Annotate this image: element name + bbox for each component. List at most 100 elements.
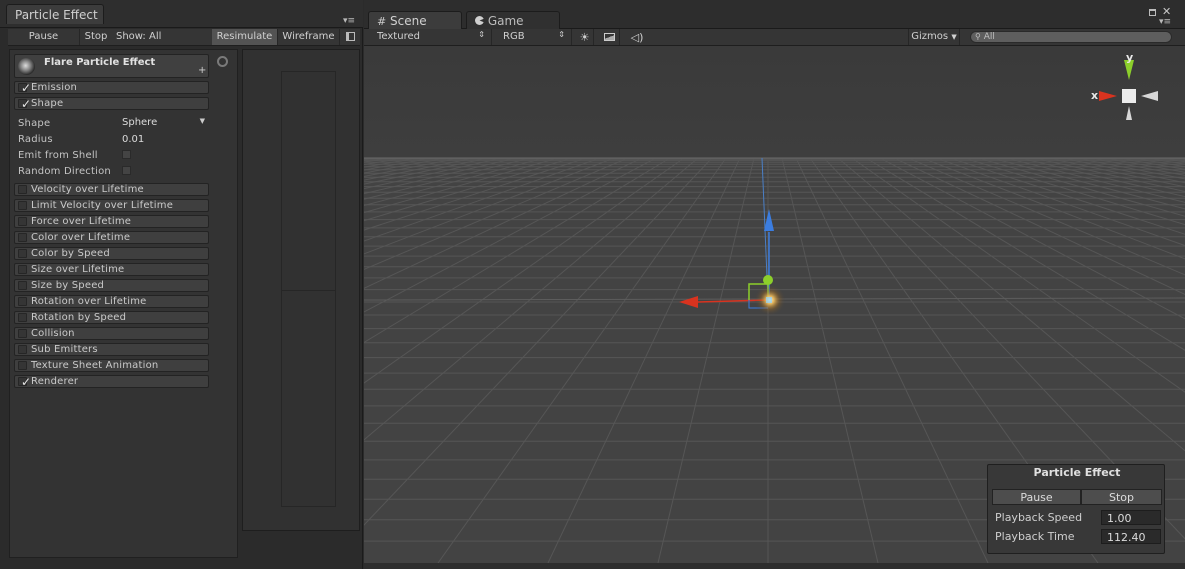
playback-speed-label: Playback Speed	[995, 511, 1083, 524]
module-limit-velocity-over-lifetime[interactable]: Limit Velocity over Lifetime	[14, 199, 209, 212]
particle-system-icon	[18, 58, 35, 75]
stop-button[interactable]: Stop	[80, 29, 112, 45]
tab-game[interactable]: Game	[466, 11, 560, 29]
panel-layout-icon[interactable]	[340, 29, 360, 45]
module-color-over-lifetime[interactable]: Color over Lifetime	[14, 231, 209, 244]
panel-menu-icon[interactable]: ▾≡	[343, 16, 359, 26]
random-direction-checkbox[interactable]	[122, 166, 131, 175]
updown-arrow-icon: ⇕	[558, 30, 565, 39]
show-all-dropdown[interactable]: Show: All	[112, 29, 174, 45]
module-label: Color over Lifetime	[31, 232, 131, 243]
module-checkbox[interactable]	[18, 201, 27, 210]
playback-time-field[interactable]: 112.40	[1101, 529, 1161, 544]
panel-menu-icon[interactable]: ▾≡	[1159, 17, 1171, 27]
image-effects-icon[interactable]	[600, 29, 620, 45]
tab-particle-effect[interactable]: Particle Effect	[6, 4, 104, 24]
module-rotation-over-lifetime[interactable]: Rotation over Lifetime	[14, 295, 209, 308]
check-icon: ✓	[21, 81, 32, 95]
render-mode-dropdown[interactable]: Textured ⇕	[368, 29, 492, 45]
module-rotation-by-speed[interactable]: Rotation by Speed	[14, 311, 209, 324]
particle-effect-panel: Particle Effect ▾≡ Pause Stop Show: All …	[0, 0, 363, 569]
playback-speed-field[interactable]: 1.00	[1101, 510, 1161, 525]
tab-particle-effect-label: Particle Effect	[15, 8, 98, 22]
module-size-over-lifetime[interactable]: Size over Lifetime	[14, 263, 209, 276]
module-checkbox[interactable]	[18, 345, 27, 354]
lighting-sun-icon[interactable]: ☀	[576, 29, 594, 45]
tab-scene[interactable]: # Scene	[368, 11, 462, 29]
module-velocity-over-lifetime[interactable]: Velocity over Lifetime	[14, 183, 209, 196]
radius-field[interactable]: 0.01	[122, 134, 144, 145]
effect-header[interactable]: Flare Particle Effect +	[14, 54, 209, 78]
maximize-icon[interactable]	[1149, 9, 1156, 16]
orientation-gizmo[interactable]	[1089, 54, 1169, 128]
module-checkbox[interactable]	[18, 361, 27, 370]
search-placeholder: All	[983, 32, 995, 42]
module-size-by-speed[interactable]: Size by Speed	[14, 279, 209, 292]
module-texture-sheet-animation[interactable]: Texture Sheet Animation	[14, 359, 209, 372]
shape-dropdown-value: Sphere	[122, 117, 158, 128]
module-label: Rotation by Speed	[31, 312, 127, 323]
overlay-stop-button[interactable]: Stop	[1081, 489, 1162, 505]
gizmos-dropdown[interactable]: Gizmos ▼	[908, 29, 960, 45]
module-checkbox[interactable]	[18, 185, 27, 194]
module-checkbox[interactable]	[18, 297, 27, 306]
settings-gear-icon[interactable]	[217, 56, 228, 67]
module-checkbox[interactable]	[18, 233, 27, 242]
scene-panel: # Scene Game ✕ ▾≡ Textured ⇕ RGB ⇕ ☀ ◁) …	[364, 0, 1185, 569]
curve-editor-frame	[281, 71, 336, 507]
pause-button[interactable]: Pause	[8, 29, 80, 45]
module-sub-emitters[interactable]: Sub Emitters	[14, 343, 209, 356]
gizmos-label: Gizmos	[911, 31, 949, 42]
search-icon: ⚲	[975, 32, 981, 41]
check-icon: ✓	[21, 97, 32, 111]
module-label: Velocity over Lifetime	[31, 184, 144, 195]
add-module-icon[interactable]: +	[198, 65, 206, 76]
module-label: Force over Lifetime	[31, 216, 132, 227]
scene-viewport[interactable]: y x Particle Effect Pause Stop Playback …	[364, 46, 1185, 563]
module-shape[interactable]: ✓ Shape	[14, 97, 209, 111]
module-label: Texture Sheet Animation	[31, 360, 159, 371]
module-renderer[interactable]: ✓ Renderer	[14, 375, 209, 389]
dropdown-arrow-icon: ▼	[199, 117, 205, 125]
random-direction-label: Random Direction	[18, 166, 111, 177]
module-collision[interactable]: Collision	[14, 327, 209, 340]
module-checkbox[interactable]	[18, 329, 27, 338]
module-checkbox[interactable]	[18, 217, 27, 226]
resimulate-toggle[interactable]: Resimulate	[212, 29, 278, 45]
radius-property-label: Radius	[18, 134, 53, 145]
module-color-by-speed[interactable]: Color by Speed	[14, 247, 209, 260]
shape-checkbox[interactable]: ✓	[18, 98, 31, 111]
overlay-title: Particle Effect	[1033, 466, 1121, 479]
module-checkbox[interactable]	[18, 313, 27, 322]
renderer-checkbox[interactable]: ✓	[18, 376, 31, 389]
module-checkbox[interactable]	[18, 265, 27, 274]
module-label: Renderer	[31, 376, 79, 387]
effect-title: Flare Particle Effect	[44, 57, 156, 68]
color-mode-value: RGB	[503, 31, 525, 42]
emission-checkbox[interactable]: ✓	[18, 82, 31, 95]
module-label: Collision	[31, 328, 75, 339]
module-label: Size by Speed	[31, 280, 105, 291]
module-checkbox[interactable]	[18, 249, 27, 258]
curve-editor[interactable]	[242, 49, 360, 531]
emit-from-shell-label: Emit from Shell	[18, 150, 98, 161]
overlay-pause-button[interactable]: Pause	[992, 489, 1081, 505]
module-force-over-lifetime[interactable]: Force over Lifetime	[14, 215, 209, 228]
module-emission[interactable]: ✓ Emission	[14, 81, 209, 95]
module-label: Limit Velocity over Lifetime	[31, 200, 174, 211]
module-label: Shape	[31, 98, 64, 109]
emit-from-shell-checkbox[interactable]	[122, 150, 131, 159]
module-checkbox[interactable]	[18, 281, 27, 290]
scene-grid-icon: #	[377, 15, 387, 28]
module-label: Emission	[31, 82, 78, 93]
dropdown-arrow-icon: ▼	[951, 33, 957, 41]
search-field[interactable]: ⚲ All	[970, 31, 1172, 43]
gizmo-y-label: y	[1126, 51, 1134, 64]
check-icon: ✓	[21, 375, 32, 389]
shape-dropdown[interactable]: Sphere ▼	[122, 117, 208, 130]
wireframe-toggle[interactable]: Wireframe	[278, 29, 340, 45]
color-mode-dropdown[interactable]: RGB ⇕	[492, 29, 572, 45]
module-label: Sub Emitters	[31, 344, 98, 355]
audio-speaker-icon[interactable]: ◁)	[626, 29, 648, 45]
particle-toolbar: Pause Stop Show: All Resimulate Wirefram…	[8, 29, 360, 46]
